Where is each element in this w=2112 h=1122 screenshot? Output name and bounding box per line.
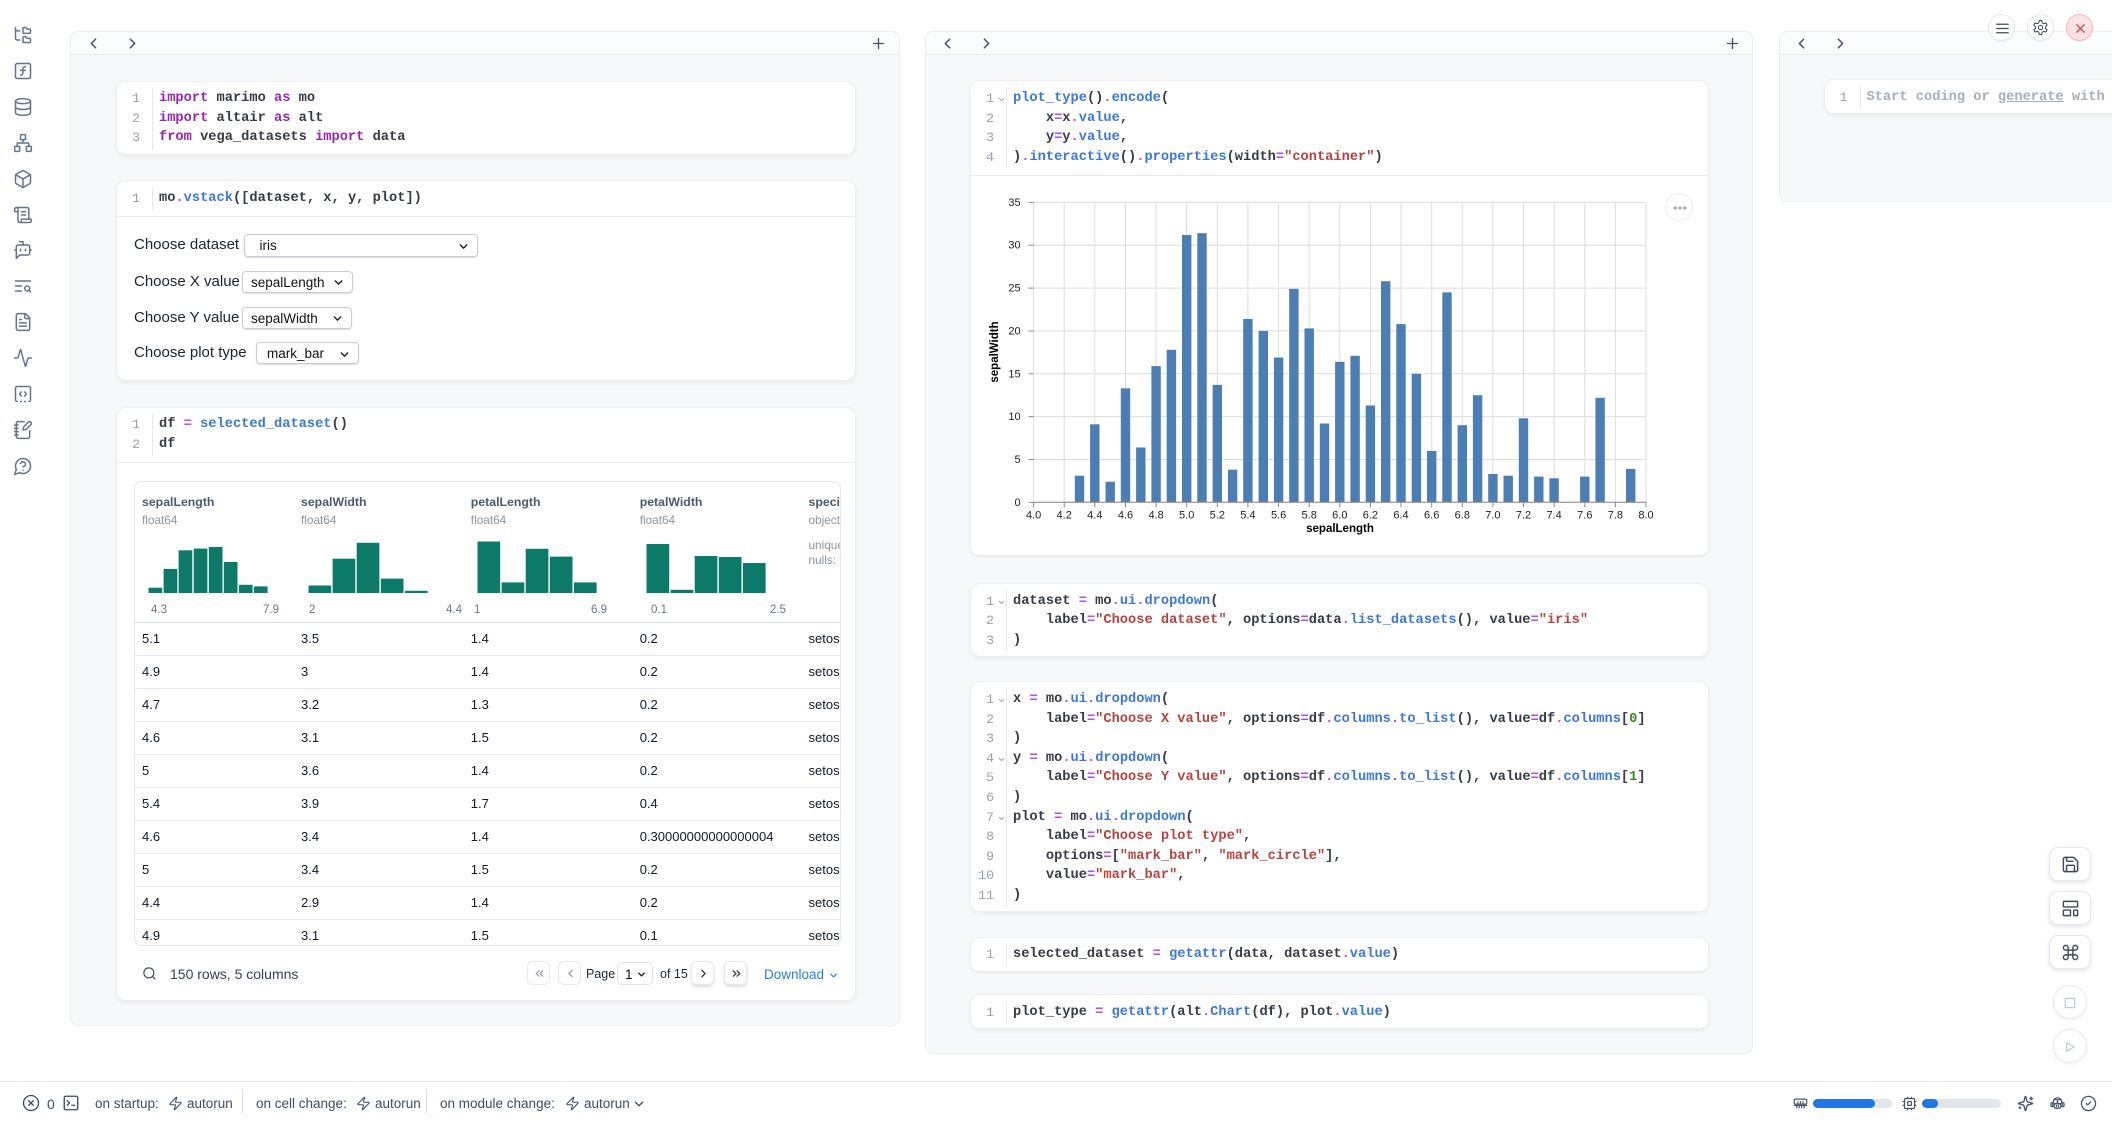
svg-text:6.4: 6.4 bbox=[1393, 509, 1408, 521]
svg-text:sepalWidth: sepalWidth bbox=[989, 321, 1001, 382]
svg-text:5.8: 5.8 bbox=[1302, 509, 1317, 521]
svg-text:25: 25 bbox=[1008, 282, 1020, 294]
svg-text:7.0: 7.0 bbox=[1485, 509, 1500, 521]
svg-text:15: 15 bbox=[1008, 368, 1020, 380]
svg-text:30: 30 bbox=[1008, 240, 1020, 252]
svg-text:7.6: 7.6 bbox=[1577, 509, 1592, 521]
svg-text:4.8: 4.8 bbox=[1148, 509, 1163, 521]
svg-text:5.0: 5.0 bbox=[1179, 509, 1194, 521]
svg-text:4.4: 4.4 bbox=[1087, 509, 1102, 521]
svg-text:4.2: 4.2 bbox=[1057, 509, 1072, 521]
svg-text:20: 20 bbox=[1008, 325, 1020, 337]
svg-text:10: 10 bbox=[1008, 411, 1020, 423]
svg-text:6.6: 6.6 bbox=[1424, 509, 1439, 521]
svg-text:5.6: 5.6 bbox=[1271, 509, 1286, 521]
svg-text:6.2: 6.2 bbox=[1363, 509, 1378, 521]
svg-text:7.4: 7.4 bbox=[1546, 509, 1561, 521]
svg-text:0: 0 bbox=[1014, 497, 1020, 509]
svg-text:5: 5 bbox=[1014, 454, 1020, 466]
svg-text:8.0: 8.0 bbox=[1638, 509, 1653, 521]
svg-text:4.0: 4.0 bbox=[1026, 509, 1041, 521]
svg-text:4.6: 4.6 bbox=[1118, 509, 1133, 521]
svg-text:sepalLength: sepalLength bbox=[1306, 523, 1374, 535]
svg-text:6.0: 6.0 bbox=[1332, 509, 1347, 521]
svg-text:5.2: 5.2 bbox=[1210, 509, 1225, 521]
svg-text:7.2: 7.2 bbox=[1516, 509, 1531, 521]
svg-text:35: 35 bbox=[1008, 197, 1020, 209]
svg-text:6.8: 6.8 bbox=[1455, 509, 1470, 521]
svg-text:5.4: 5.4 bbox=[1240, 509, 1255, 521]
svg-text:7.8: 7.8 bbox=[1608, 509, 1623, 521]
